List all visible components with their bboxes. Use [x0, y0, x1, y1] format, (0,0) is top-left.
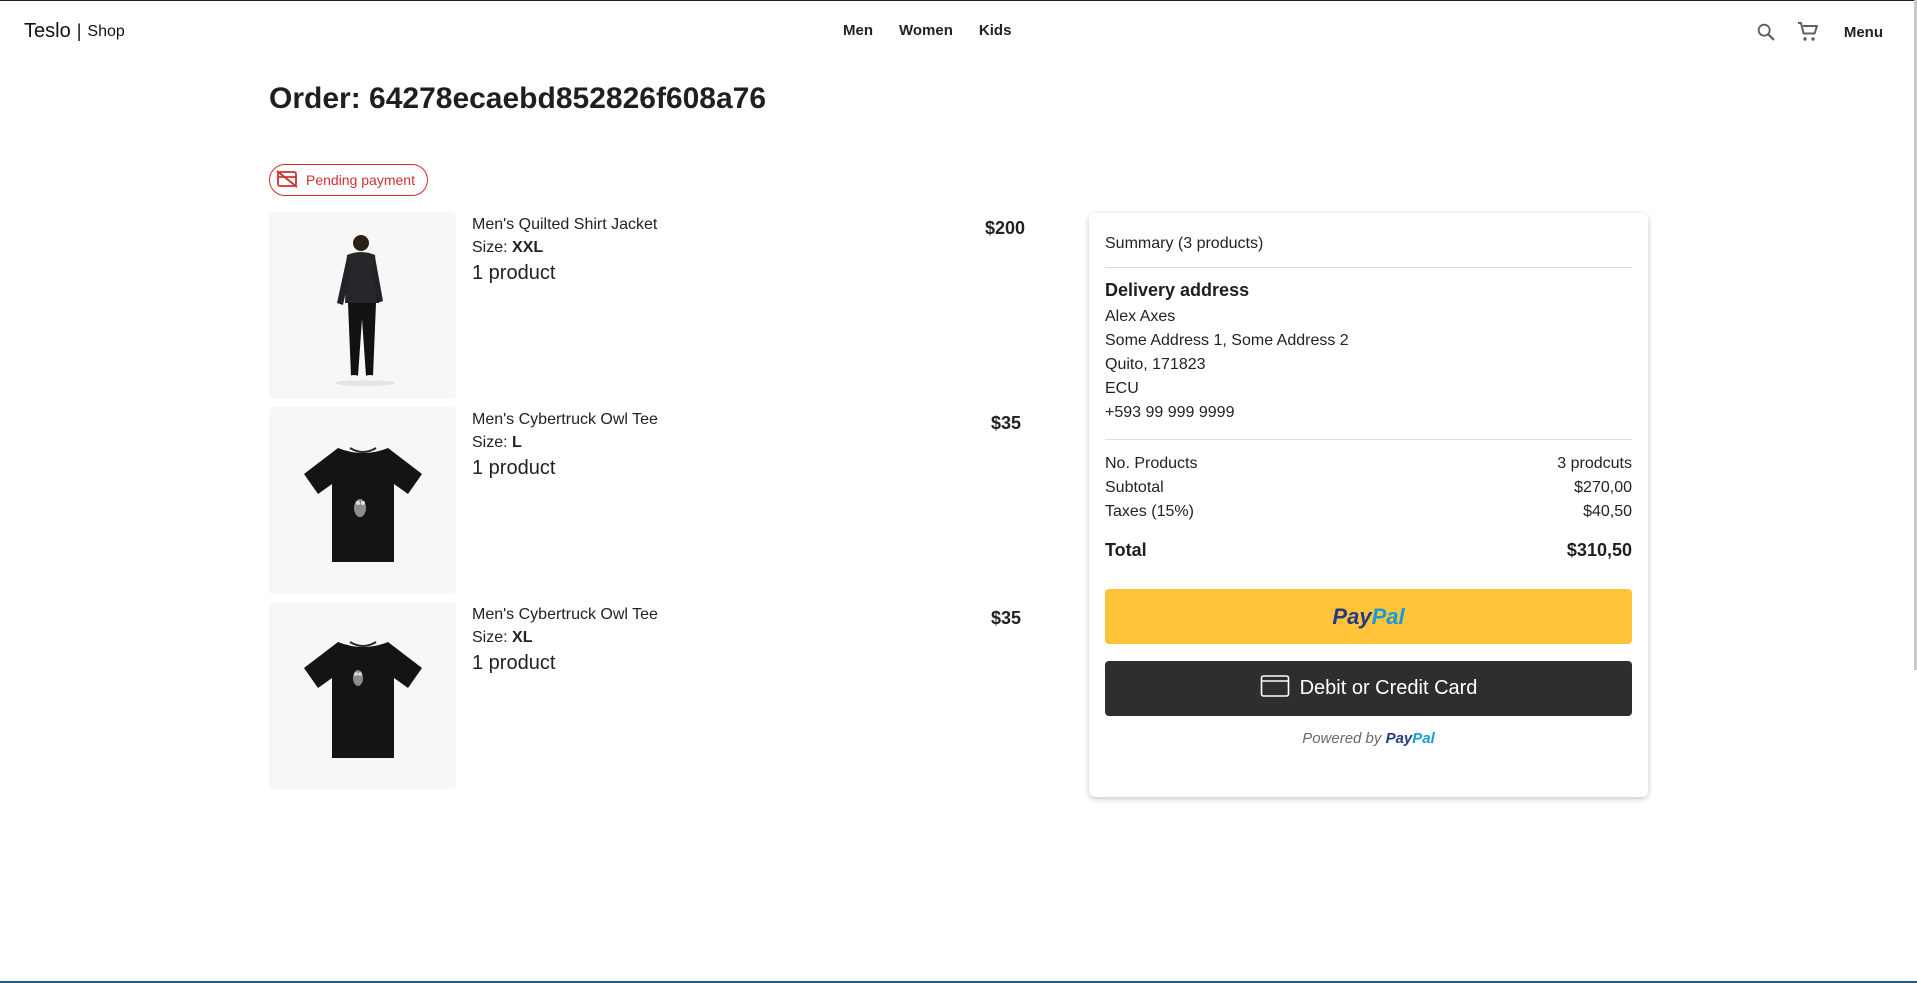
- paypal-logo-pay: Pay: [1332, 603, 1372, 629]
- cart-icon[interactable]: [1796, 20, 1820, 44]
- row-label: Subtotal: [1105, 479, 1164, 496]
- status-badge: Pending payment: [269, 164, 428, 196]
- order-summary-card: Summary (3 products) Delivery address Al…: [1089, 213, 1648, 797]
- powered-by-paypal: Powered by PayPal: [1105, 730, 1632, 747]
- card-button-label: Debit or Credit Card: [1299, 677, 1478, 699]
- row-label: Taxes (15%): [1105, 503, 1194, 520]
- product-item: Men's Cybertruck Owl Tee Size: XL 1 prod…: [269, 602, 1029, 789]
- product-name[interactable]: Men's Quilted Shirt Jacket: [472, 214, 657, 236]
- nav-link-kids[interactable]: Kids: [979, 22, 1012, 39]
- row-value: $40,50: [1583, 503, 1632, 520]
- powered-brand-pal: Pal: [1412, 730, 1435, 747]
- size-value: XXL: [512, 239, 544, 256]
- summary-row-products: No. Products 3 prodcuts: [1105, 452, 1632, 476]
- product-item: Men's Quilted Shirt Jacket Size: XXL 1 p…: [269, 212, 1029, 399]
- nav-link-men[interactable]: Men: [843, 22, 873, 39]
- summary-row-subtotal: Subtotal $270,00: [1105, 476, 1632, 500]
- product-quantity: 1 product: [472, 262, 556, 284]
- size-value: L: [512, 434, 522, 451]
- divider: [1105, 267, 1632, 268]
- product-name[interactable]: Men's Cybertruck Owl Tee: [472, 604, 658, 626]
- product-size: Size: L: [472, 431, 658, 455]
- product-price: $35: [990, 608, 1021, 628]
- product-item: Men's Cybertruck Owl Tee Size: L 1 produ…: [269, 407, 1029, 594]
- navbar: Teslo | Shop Men Women Kids Menu: [0, 0, 1917, 65]
- address-phone: +593 99 999 9999: [1105, 404, 1235, 421]
- product-image[interactable]: [269, 212, 456, 399]
- debit-credit-card-button[interactable]: Debit or Credit Card: [1105, 661, 1632, 716]
- total-label: Total: [1105, 540, 1147, 560]
- divider: [1105, 439, 1632, 440]
- credit-card-icon: [1260, 674, 1290, 704]
- size-label: Size:: [472, 629, 508, 646]
- size-value: XL: [512, 629, 533, 646]
- page-title: Order: 64278ecaebd852826f608a76: [269, 82, 767, 115]
- paypal-button[interactable]: Pay Pal: [1105, 589, 1632, 644]
- product-info: Men's Cybertruck Owl Tee Size: XL 1 prod…: [472, 604, 658, 675]
- search-icon[interactable]: [1754, 20, 1778, 44]
- delivery-address-title: Delivery address: [1105, 280, 1250, 300]
- address-country: ECU: [1105, 380, 1139, 397]
- product-size: Size: XXL: [472, 236, 657, 260]
- product-quantity: 1 product: [472, 457, 556, 479]
- product-quantity: 1 product: [472, 652, 556, 674]
- paypal-logo-pal: Pal: [1371, 603, 1405, 629]
- address-city: Quito, 171823: [1105, 356, 1206, 373]
- nav-links: Men Women Kids: [843, 22, 1011, 39]
- powered-by-text: Powered by: [1302, 730, 1382, 747]
- product-price: $200: [984, 218, 1025, 238]
- powered-brand-pay: Pay: [1385, 730, 1413, 747]
- nav-link-women[interactable]: Women: [899, 22, 953, 39]
- brand-separator: |: [76, 21, 82, 41]
- size-label: Size:: [472, 239, 508, 256]
- menu-button[interactable]: Menu: [1844, 24, 1883, 41]
- summary-title: Summary (3 products): [1105, 235, 1264, 252]
- credit-card-off-icon: [276, 169, 298, 191]
- nav-actions: Menu: [1754, 20, 1883, 44]
- status-text: Pending payment: [306, 172, 415, 188]
- product-image[interactable]: [269, 407, 456, 594]
- row-value: 3 prodcuts: [1557, 455, 1632, 472]
- address-name: Alex Axes: [1105, 308, 1176, 325]
- product-image[interactable]: [269, 602, 456, 789]
- product-list: Men's Quilted Shirt Jacket Size: XXL 1 p…: [269, 212, 1029, 797]
- brand-logo[interactable]: Teslo | Shop: [24, 20, 125, 43]
- summary-row-taxes: Taxes (15%) $40,50: [1105, 500, 1632, 524]
- row-label: No. Products: [1105, 455, 1198, 472]
- brand-name: Teslo: [24, 20, 71, 42]
- product-info: Men's Cybertruck Owl Tee Size: L 1 produ…: [472, 409, 658, 480]
- total-value: $310,50: [1566, 540, 1632, 560]
- size-label: Size:: [472, 434, 508, 451]
- product-size: Size: XL: [472, 626, 658, 650]
- summary-row-total: Total $310,50: [1105, 540, 1632, 561]
- address-street: Some Address 1, Some Address 2: [1105, 332, 1349, 349]
- brand-shop: Shop: [87, 22, 125, 40]
- product-price: $35: [990, 413, 1021, 433]
- row-value: $270,00: [1574, 479, 1632, 496]
- product-name[interactable]: Men's Cybertruck Owl Tee: [472, 409, 658, 431]
- product-info: Men's Quilted Shirt Jacket Size: XXL 1 p…: [472, 214, 657, 285]
